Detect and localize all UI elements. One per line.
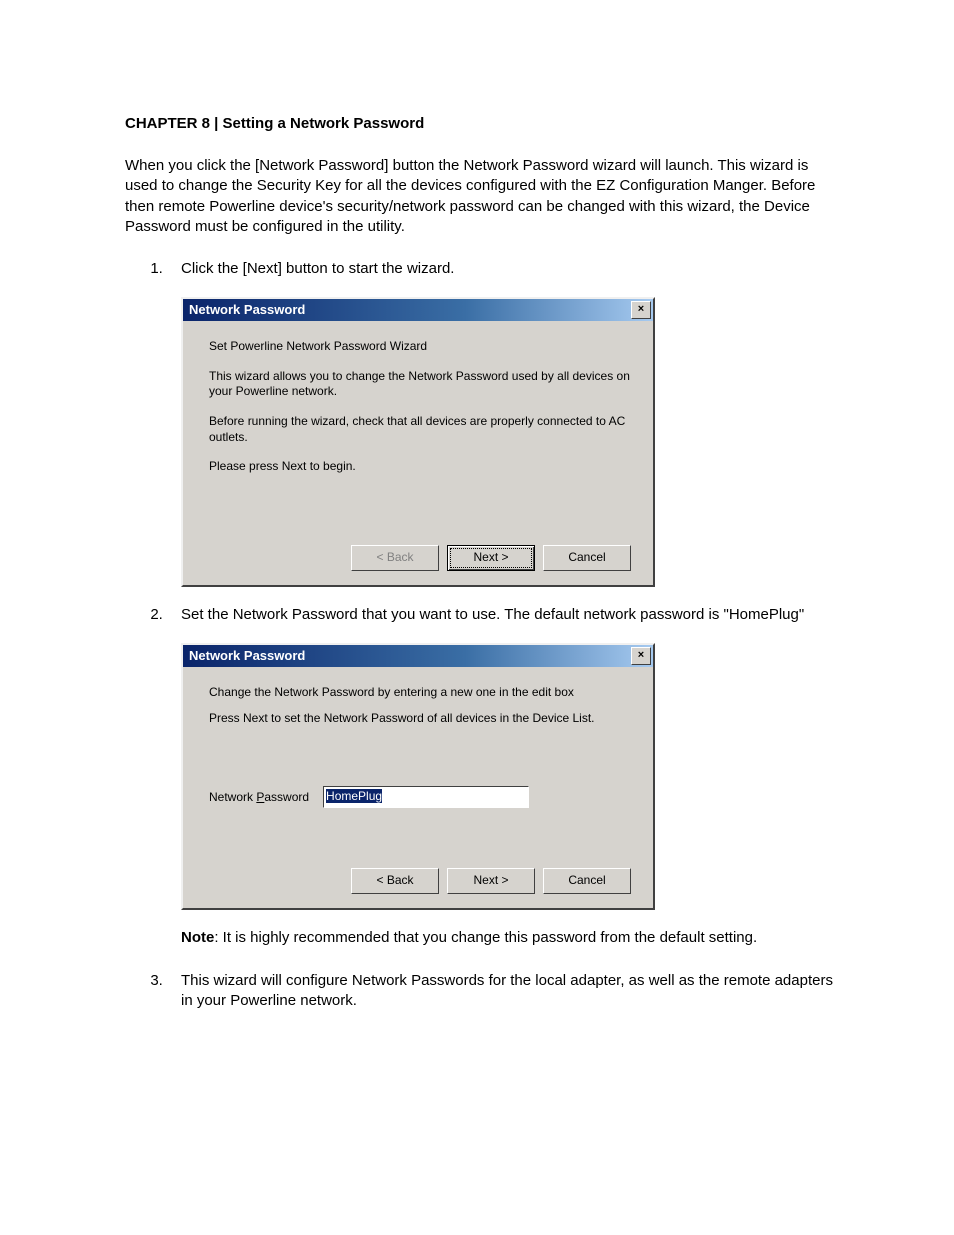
intro-paragraph: When you click the [Network Password] bu… bbox=[125, 156, 834, 237]
change-desc-1: Change the Network Password by entering … bbox=[209, 685, 631, 701]
chapter-heading: CHAPTER 8 | Setting a Network Password bbox=[125, 115, 834, 132]
network-password-dialog-1: Network Password × Set Powerline Network… bbox=[181, 297, 655, 587]
dialog-title: Network Password bbox=[189, 301, 305, 319]
titlebar: Network Password × bbox=[183, 645, 653, 667]
close-button[interactable]: × bbox=[631, 647, 651, 665]
note-label: Note bbox=[181, 929, 214, 946]
titlebar: Network Password × bbox=[183, 299, 653, 321]
network-password-label: Network Password bbox=[209, 789, 309, 805]
close-button[interactable]: × bbox=[631, 301, 651, 319]
cancel-button[interactable]: Cancel bbox=[543, 545, 631, 571]
step-2-text: Set the Network Password that you want t… bbox=[181, 606, 804, 623]
change-desc-2: Press Next to set the Network Password o… bbox=[209, 711, 631, 727]
step-2: Set the Network Password that you want t… bbox=[167, 605, 834, 949]
back-button[interactable]: < Back bbox=[351, 868, 439, 894]
wizard-desc-2: Before running the wizard, check that al… bbox=[209, 414, 631, 445]
cancel-button[interactable]: Cancel bbox=[543, 868, 631, 894]
wizard-desc-1: This wizard allows you to change the Net… bbox=[209, 369, 631, 400]
network-password-input[interactable]: HomePlug bbox=[323, 786, 529, 808]
back-button: < Back bbox=[351, 545, 439, 571]
next-button[interactable]: Next > bbox=[447, 545, 535, 571]
network-password-dialog-2: Network Password × Change the Network Pa… bbox=[181, 643, 655, 910]
step-1: Click the [Next] button to start the wiz… bbox=[167, 259, 834, 587]
note-text: : It is highly recommended that you chan… bbox=[214, 929, 757, 946]
step-3-text: This wizard will configure Network Passw… bbox=[181, 972, 833, 1009]
step-1-text: Click the [Next] button to start the wiz… bbox=[181, 260, 454, 277]
wizard-heading: Set Powerline Network Password Wizard bbox=[209, 339, 631, 355]
step-list: Click the [Next] button to start the wiz… bbox=[125, 259, 834, 1011]
step-3: This wizard will configure Network Passw… bbox=[167, 971, 834, 1012]
note: Note: It is highly recommended that you … bbox=[181, 928, 834, 948]
dialog-title: Network Password bbox=[189, 647, 305, 665]
next-button[interactable]: Next > bbox=[447, 868, 535, 894]
input-value: HomePlug bbox=[326, 789, 382, 803]
wizard-desc-3: Please press Next to begin. bbox=[209, 459, 631, 475]
